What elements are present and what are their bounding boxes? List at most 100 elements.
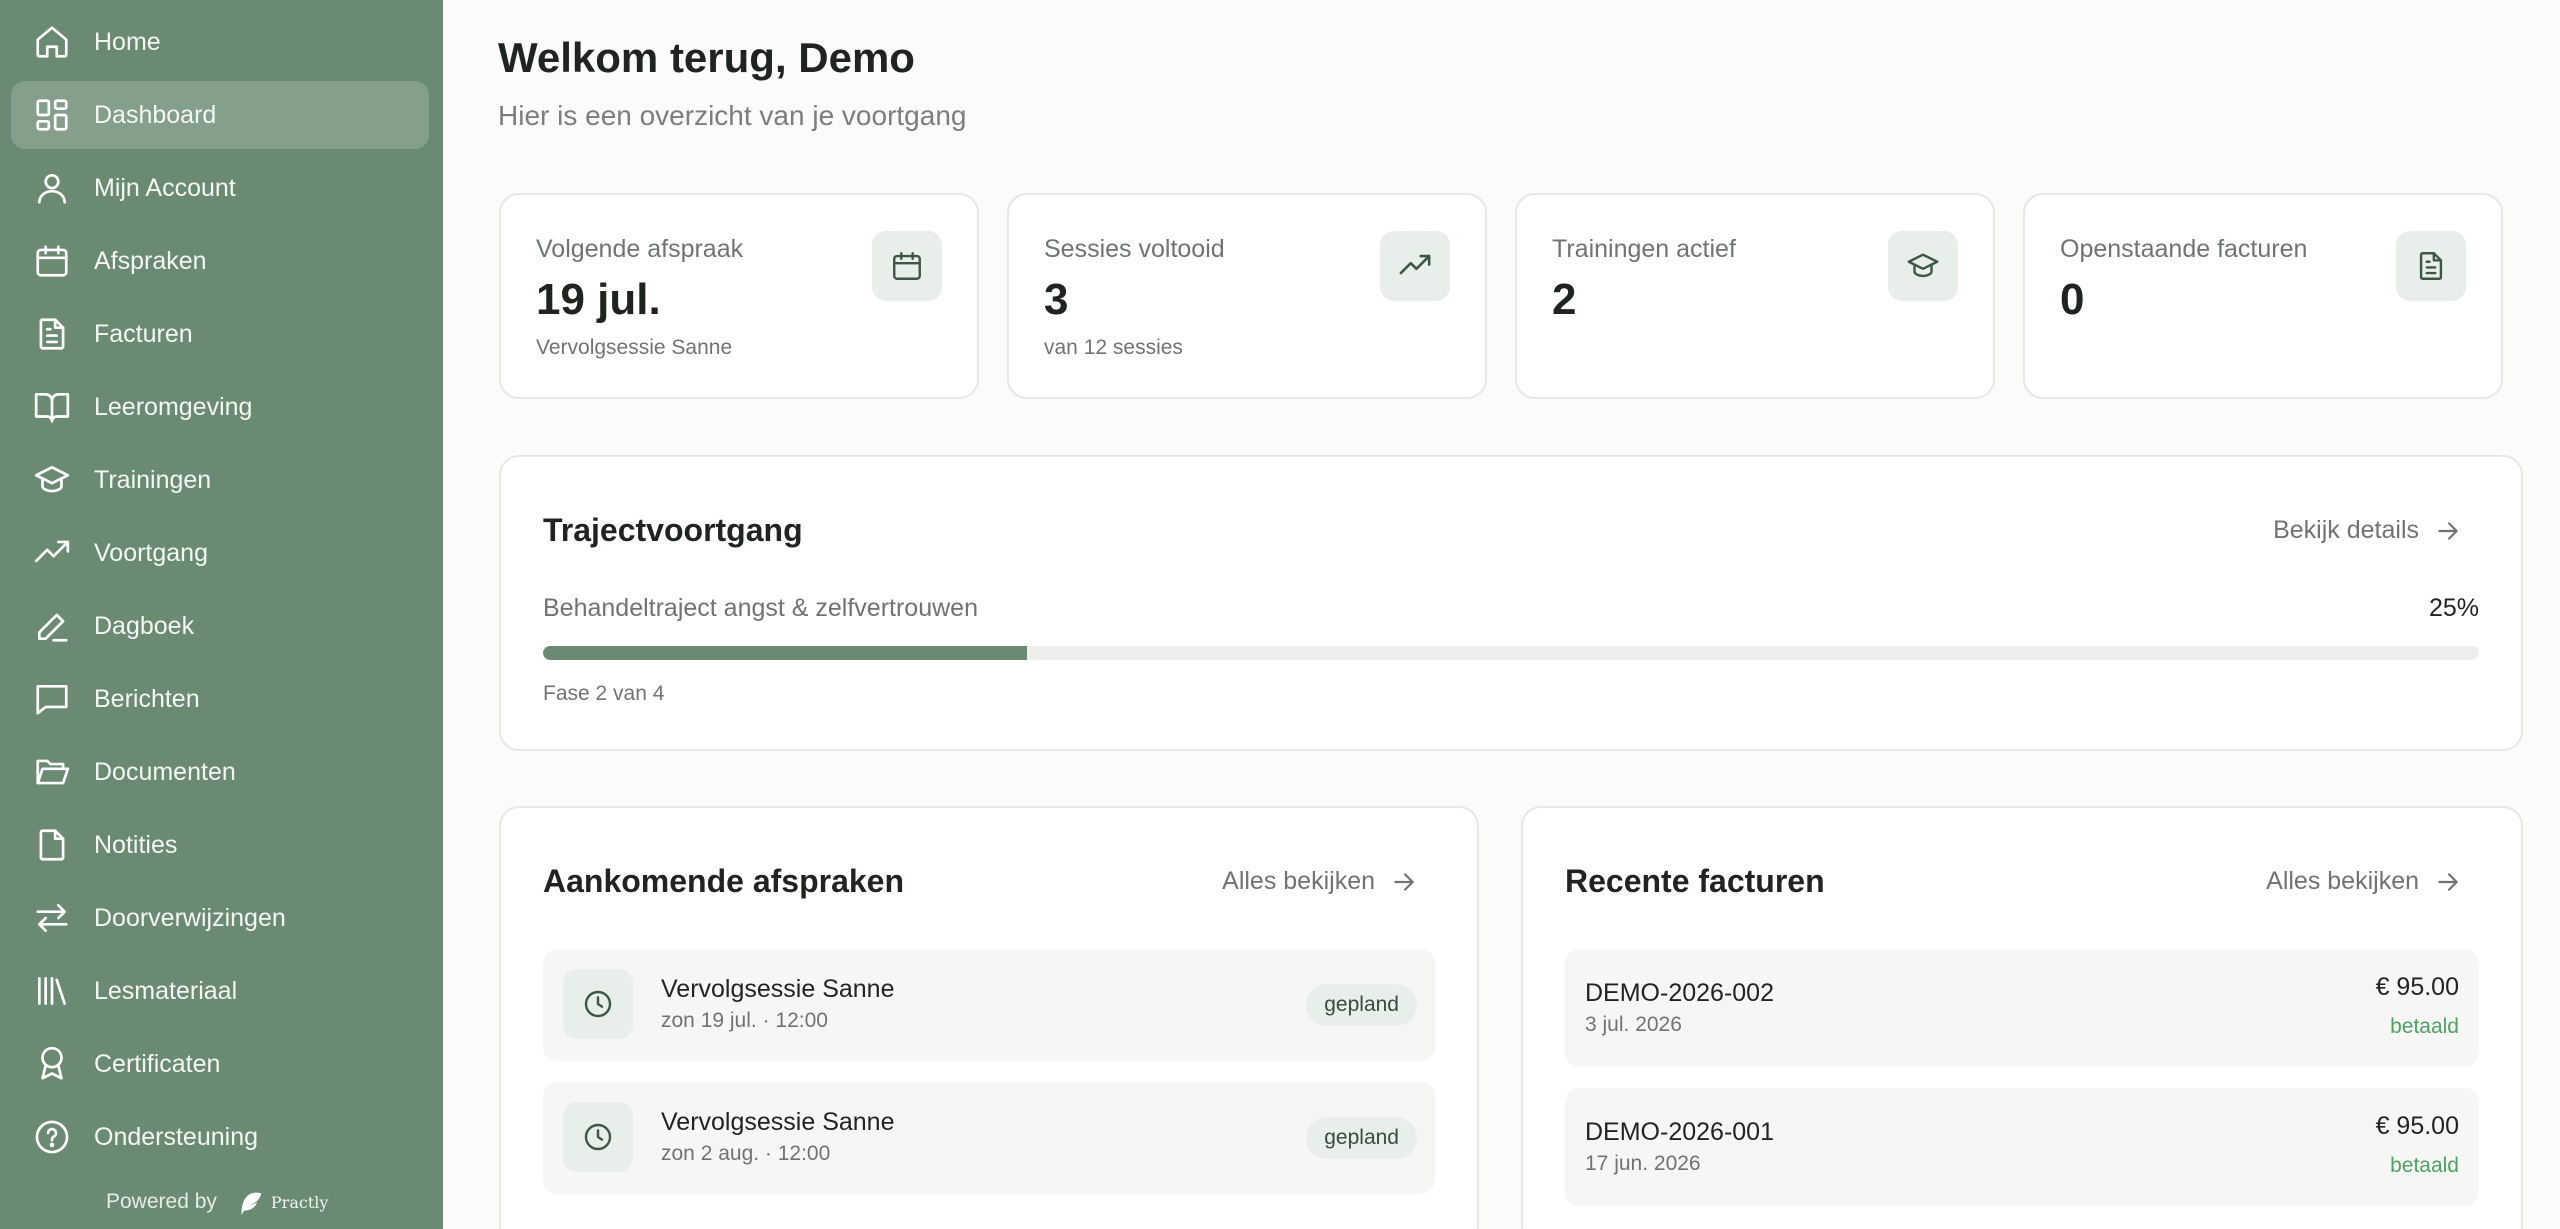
- view-all-label: Alles bekijken: [2266, 867, 2419, 895]
- sidebar-item-label: Dagboek: [94, 611, 195, 640]
- sidebar-item-afspraken[interactable]: Afspraken: [11, 227, 429, 295]
- recent-invoices-card: Recente facturen Alles bekijken DEMO-202…: [1521, 806, 2523, 1229]
- sidebar-item-account[interactable]: Mijn Account: [11, 154, 429, 222]
- brand-logo-icon: [241, 1192, 262, 1215]
- view-details-label: Bekijk details: [2273, 516, 2419, 544]
- sidebar-item-label: Doorverwijzingen: [94, 903, 286, 932]
- stat-card-sessions-completed: Sessies voltooid 3 van 12 sessies: [1007, 193, 1487, 399]
- brand-logo: Practly: [233, 1185, 329, 1219]
- sidebar-item-facturen[interactable]: Facturen: [11, 300, 429, 368]
- stat-subtext: van 12 sessies: [1044, 336, 1183, 359]
- sidebar-item-label: Documenten: [94, 757, 236, 786]
- sidebar-item-label: Facturen: [94, 319, 193, 348]
- appointment-item[interactable]: Vervolgsessie Sanne zon 2 aug. · 12:00 g…: [543, 1082, 1435, 1194]
- view-all-invoices-link[interactable]: Alles bekijken: [2266, 867, 2461, 896]
- sidebar-item-label: Ondersteuning: [94, 1122, 259, 1151]
- progress-bar-fill: [543, 646, 1027, 660]
- award-icon: [32, 1044, 72, 1084]
- sidebar-item-label: Mijn Account: [94, 173, 236, 202]
- stat-label: Sessies voltooid: [1044, 235, 1225, 263]
- stat-subtext: Vervolgsessie Sanne: [536, 336, 733, 359]
- appointment-name: Vervolgsessie Sanne: [661, 1108, 895, 1136]
- sidebar-item-certificaten[interactable]: Certificaten: [11, 1030, 429, 1098]
- view-all-appointments-link[interactable]: Alles bekijken: [1222, 867, 1417, 896]
- pencil-icon: [32, 606, 72, 646]
- file-icon: [32, 825, 72, 865]
- trajectory-title: Trajectvoortgang: [543, 512, 803, 548]
- invoice-item[interactable]: DEMO-2026-001 17 jun. 2026 € 95.00 betaa…: [1565, 1088, 2479, 1206]
- sidebar-nav: Home Dashboard Mijn Account Afspraken Fa…: [11, 8, 429, 1176]
- arrows-exchange-icon: [32, 898, 72, 938]
- invoice-item[interactable]: DEMO-2026-002 3 jul. 2026 € 95.00 betaal…: [1565, 949, 2479, 1067]
- appointments-title: Aankomende afspraken: [543, 863, 905, 899]
- trending-up-icon: [1380, 231, 1450, 301]
- sidebar-item-voortgang[interactable]: Voortgang: [11, 519, 429, 587]
- sidebar-item-label: Voortgang: [94, 538, 208, 567]
- upcoming-appointments-card: Aankomende afspraken Alles bekijken Verv…: [499, 806, 1479, 1229]
- powered-by-text: Powered by: [106, 1190, 217, 1213]
- graduation-cap-icon: [1888, 231, 1958, 301]
- view-all-label: Alles bekijken: [1222, 867, 1375, 895]
- invoices-title: Recente facturen: [1565, 863, 1825, 899]
- sidebar-item-label: Home: [94, 27, 161, 56]
- stat-card-trainings-active: Trainingen actief 2: [1515, 193, 1995, 399]
- message-square-icon: [32, 679, 72, 719]
- sidebar-item-ondersteuning[interactable]: Ondersteuning: [11, 1103, 429, 1171]
- sidebar-item-label: Berichten: [94, 684, 200, 713]
- view-details-link[interactable]: Bekijk details: [2273, 516, 2461, 545]
- sidebar-item-dashboard[interactable]: Dashboard: [11, 81, 429, 149]
- sidebar-item-label: Leeromgeving: [94, 392, 253, 421]
- appointment-time: zon 19 jul. · 12:00: [661, 1009, 828, 1032]
- sidebar-item-leeromgeving[interactable]: Leeromgeving: [11, 373, 429, 441]
- stat-card-open-invoices: Openstaande facturen 0: [2023, 193, 2503, 399]
- help-circle-icon: [32, 1117, 72, 1157]
- invoice-amount: € 95.00: [2375, 973, 2459, 1001]
- dashboard-icon: [32, 95, 72, 135]
- status-badge: gepland: [1306, 984, 1417, 1026]
- brand-name: Practly: [270, 1192, 329, 1212]
- invoice-date: 17 jun. 2026: [1585, 1152, 1701, 1175]
- trajectory-phase: Fase 2 van 4: [543, 682, 665, 705]
- stat-value: 0: [2060, 275, 2085, 324]
- invoice-number: DEMO-2026-002: [1585, 979, 1774, 1007]
- page-title: Welkom terug, Demo: [498, 34, 915, 81]
- calendar-icon: [872, 231, 942, 301]
- sidebar-item-documenten[interactable]: Documenten: [11, 738, 429, 806]
- invoice-status: betaald: [2390, 1154, 2459, 1177]
- stat-label: Volgende afspraak: [536, 235, 744, 263]
- book-open-icon: [32, 387, 72, 427]
- invoice-amount: € 95.00: [2375, 1112, 2459, 1140]
- clock-icon: [563, 1102, 633, 1172]
- arrow-right-icon: [2438, 872, 2458, 891]
- status-badge: gepland: [1306, 1117, 1417, 1159]
- sidebar-item-label: Afspraken: [94, 246, 207, 275]
- arrow-right-icon: [1394, 872, 1414, 891]
- sidebar-item-home[interactable]: Home: [11, 8, 429, 76]
- appointment-item[interactable]: Vervolgsessie Sanne zon 19 jul. · 12:00 …: [543, 949, 1435, 1061]
- invoice-status: betaald: [2390, 1015, 2459, 1038]
- stat-value: 2: [1552, 275, 1577, 324]
- arrow-right-icon: [2438, 521, 2458, 540]
- sidebar-item-label: Lesmateriaal: [94, 976, 238, 1005]
- sidebar-item-dagboek[interactable]: Dagboek: [11, 592, 429, 660]
- invoice-number: DEMO-2026-001: [1585, 1118, 1774, 1146]
- graduation-cap-icon: [32, 460, 72, 500]
- sidebar-item-berichten[interactable]: Berichten: [11, 665, 429, 733]
- sidebar-item-label: Notities: [94, 830, 178, 859]
- progress-bar: [543, 646, 2479, 660]
- stat-label: Trainingen actief: [1552, 235, 1736, 263]
- invoice-date: 3 jul. 2026: [1585, 1013, 1682, 1036]
- stat-card-next-appointment: Volgende afspraak 19 jul. Vervolgsessie …: [499, 193, 979, 399]
- trajectory-name: Behandeltraject angst & zelfvertrouwen: [543, 594, 978, 622]
- file-text-icon: [32, 314, 72, 354]
- appointment-time: zon 2 aug. · 12:00: [661, 1142, 831, 1165]
- file-text-icon: [2396, 231, 2466, 301]
- clock-icon: [563, 969, 633, 1039]
- user-icon: [32, 168, 72, 208]
- sidebar-item-notities[interactable]: Notities: [11, 811, 429, 879]
- sidebar-item-lesmateriaal[interactable]: Lesmateriaal: [11, 957, 429, 1025]
- folder-open-icon: [32, 752, 72, 792]
- sidebar-item-trainingen[interactable]: Trainingen: [11, 446, 429, 514]
- page-subtitle: Hier is een overzicht van je voortgang: [498, 100, 967, 131]
- sidebar-item-doorverwijzingen[interactable]: Doorverwijzingen: [11, 884, 429, 952]
